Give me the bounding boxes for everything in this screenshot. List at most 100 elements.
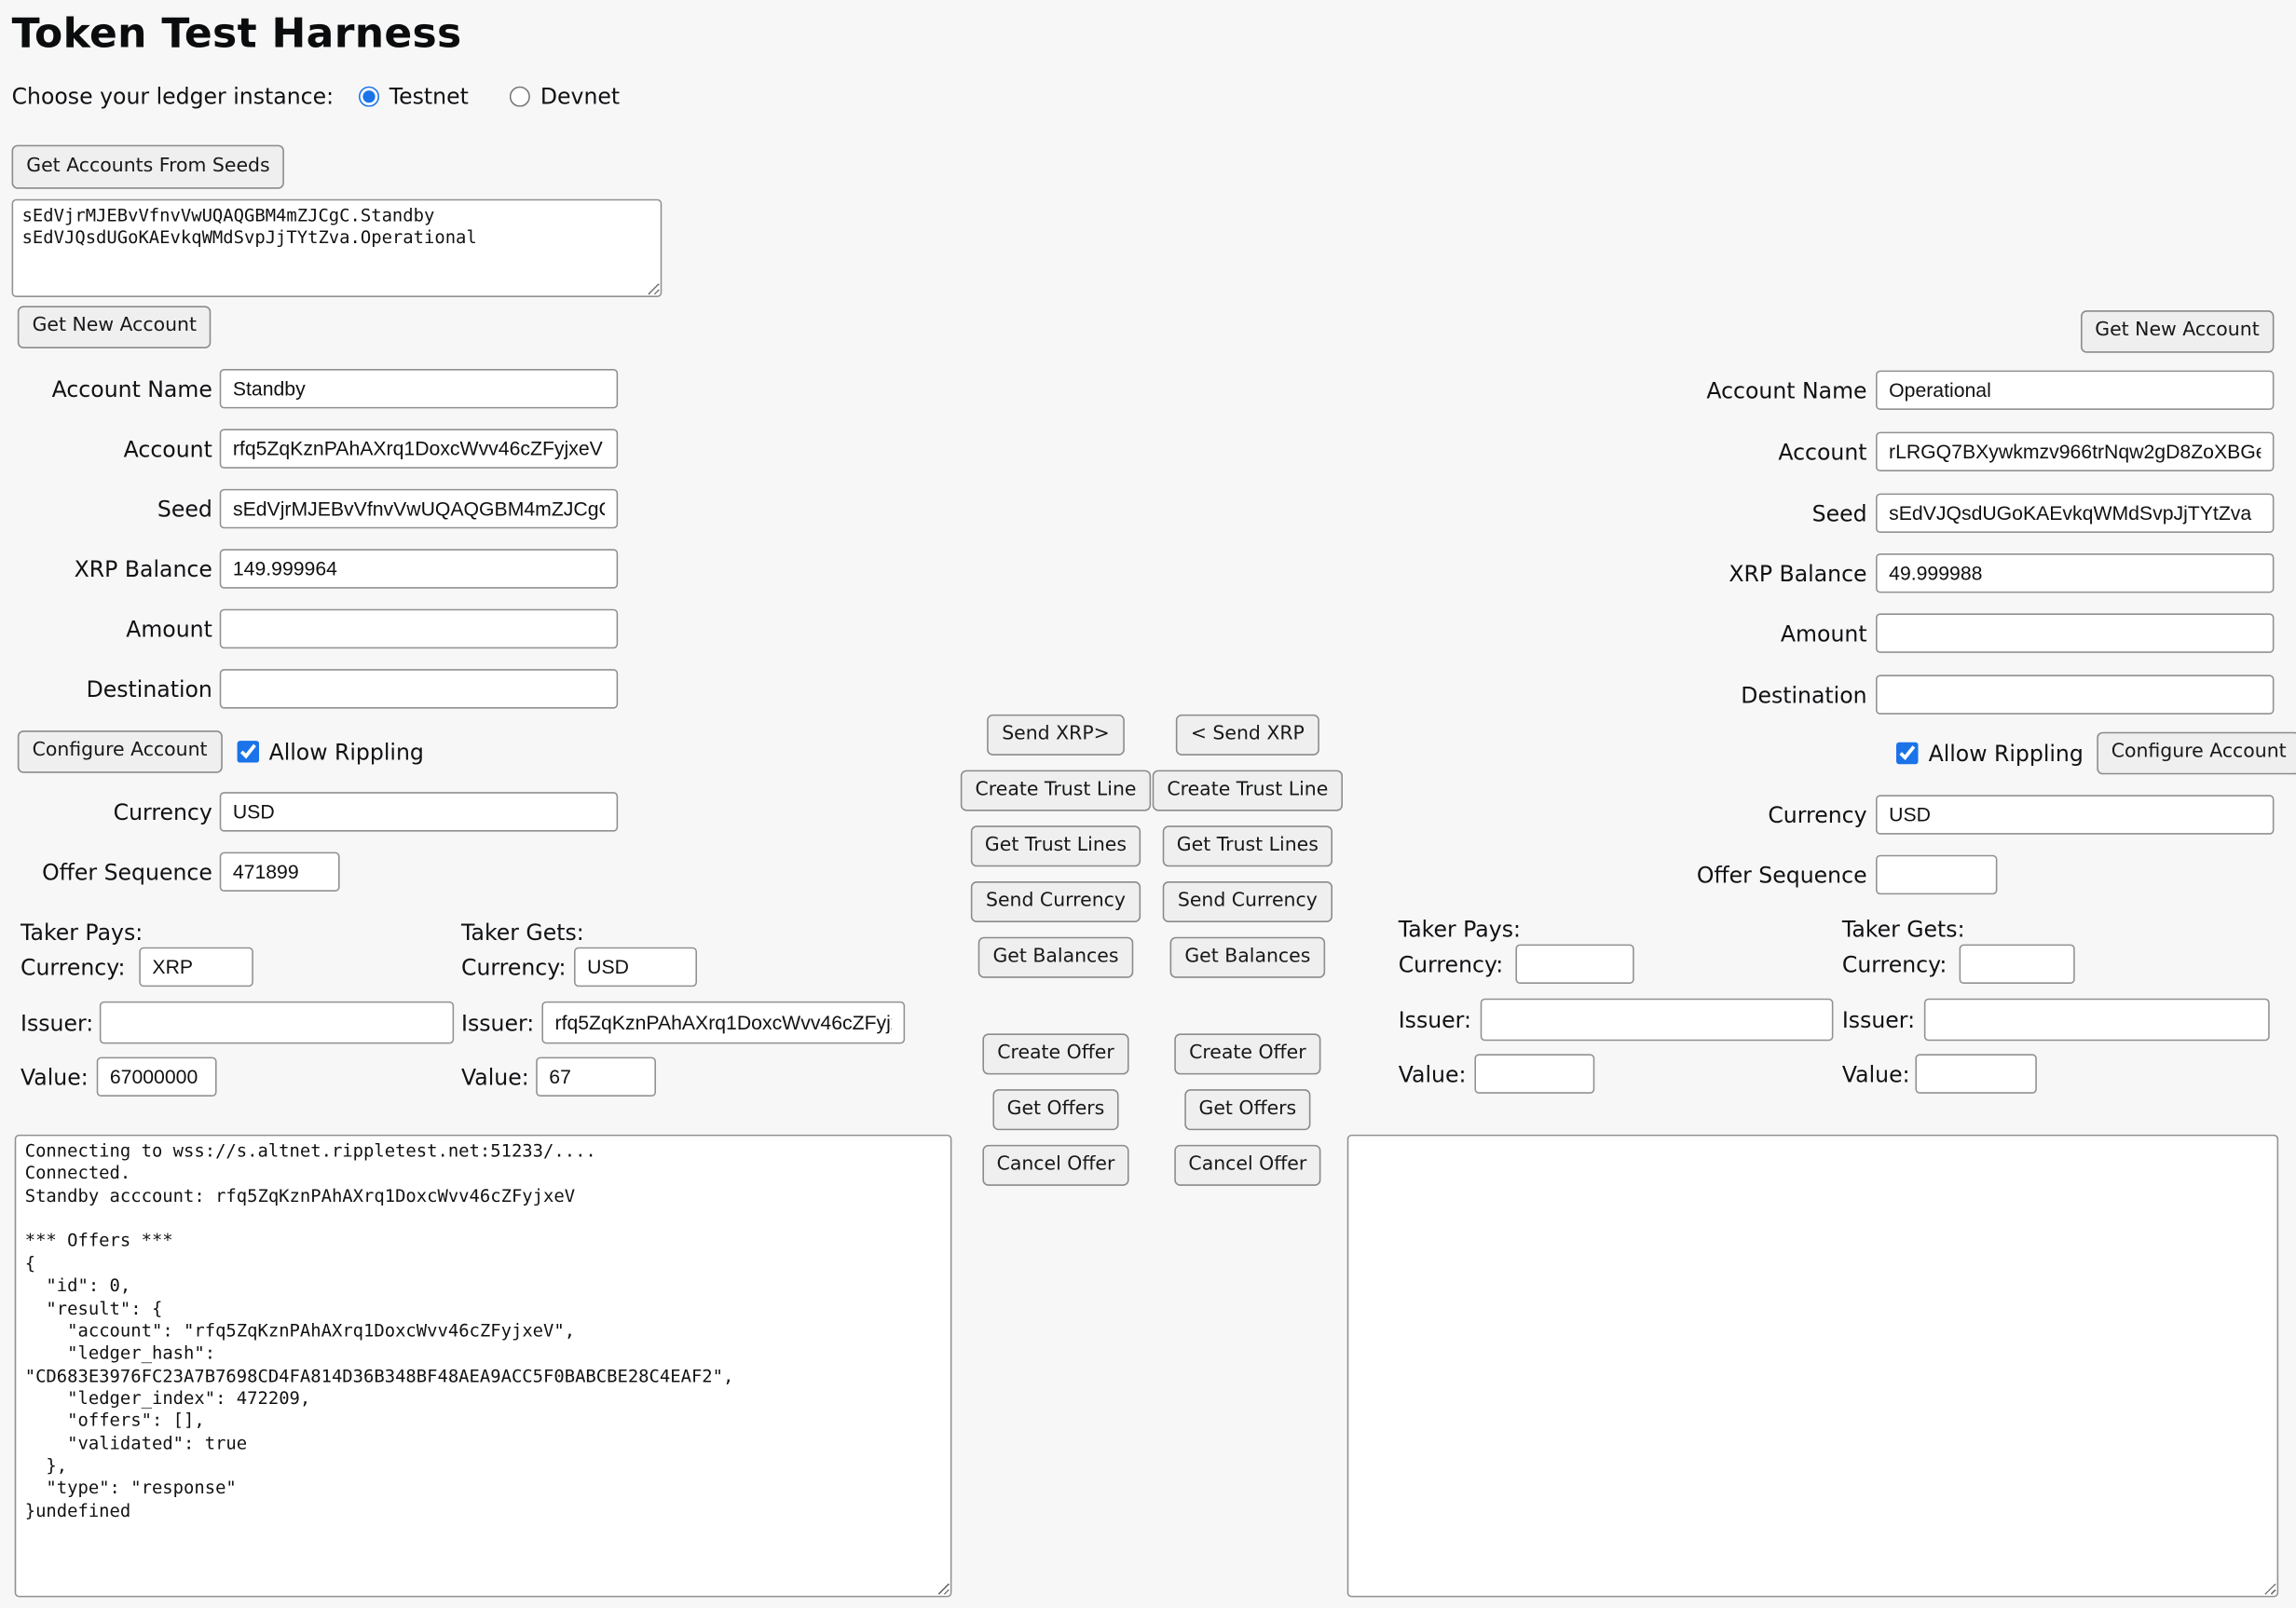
standby-configure-row: Configure Account Allow Rippling [18,730,424,773]
operational-taker-pays-issuer-field[interactable] [1481,999,1834,1042]
operational-create-trust-line-button[interactable]: Create Trust Line [1153,770,1343,811]
operational-create-offer-button[interactable]: Create Offer [1174,1033,1320,1074]
operational-taker-gets-currency-label: Currency: [1842,951,1947,977]
standby-get-balances-button[interactable]: Get Balances [978,937,1133,978]
operational-account-field[interactable] [1876,432,2274,471]
standby-amount-field[interactable] [220,609,618,648]
standby-account-label: Account [0,436,212,462]
operational-taker-pays-issuer-label: Issuer: [1399,1007,1471,1033]
operational-taker-gets-issuer-label: Issuer: [1842,1007,1915,1033]
operational-account-name-field[interactable] [1876,371,2274,410]
operational-allow-rippling-label: Allow Rippling [1929,740,2084,766]
devnet-radio-label: Devnet [540,84,620,110]
operational-destination-field[interactable] [1876,675,2274,714]
standby-seed-field[interactable] [220,489,618,528]
standby-taker-gets-currency-field[interactable] [574,947,697,987]
standby-get-offers-button[interactable]: Get Offers [992,1089,1119,1130]
standby-currency-field[interactable] [220,792,618,831]
standby-taker-pays-value-label: Value: [20,1064,89,1090]
standby-taker-gets-issuer-field[interactable] [541,1002,905,1044]
standby-send-xrp-button[interactable]: Send XRP> [987,715,1124,756]
ledger-chooser: Choose your ledger instance: Testnet Dev… [12,82,621,111]
operational-actions-column: < Send XRP Create Trust Line Get Trust L… [1153,715,1343,1186]
operational-taker-gets-value-field[interactable] [1915,1054,2036,1093]
devnet-radio[interactable] [510,87,530,107]
standby-taker-pays-title: Taker Pays: [20,920,143,946]
operational-results-textarea[interactable] [1347,1135,2278,1598]
operational-allow-rippling-checkbox[interactable] [1896,743,1919,765]
operational-seed-label: Seed [1611,500,1867,526]
standby-allow-rippling-label: Allow Rippling [269,739,424,765]
operational-get-balances-button[interactable]: Get Balances [1170,937,1325,978]
testnet-radio[interactable] [359,87,379,107]
operational-amount-field[interactable] [1876,613,2274,652]
standby-send-currency-button[interactable]: Send Currency [971,881,1140,922]
ledger-chooser-label: Choose your ledger instance: [12,84,334,110]
standby-seed-label: Seed [0,497,212,523]
standby-account-field[interactable] [220,429,618,468]
operational-account-label: Account [1611,439,1867,465]
operational-offer-sequence-field[interactable] [1876,855,1997,894]
standby-destination-field[interactable] [220,669,618,708]
testnet-radio-label: Testnet [390,84,469,110]
operational-taker-gets-currency-field[interactable] [1960,945,2075,984]
operational-taker-gets-value-label: Value: [1842,1061,1910,1087]
operational-xrp-balance-label: XRP Balance [1611,561,1867,587]
standby-account-name-field[interactable] [220,369,618,408]
operational-xrp-balance-field[interactable] [1876,553,2274,593]
operational-send-xrp-button[interactable]: < Send XRP [1176,715,1319,756]
operational-currency-label: Currency [1611,802,1867,828]
standby-cancel-offer-button[interactable]: Cancel Offer [982,1145,1129,1186]
standby-get-trust-lines-button[interactable]: Get Trust Lines [970,825,1141,866]
operational-destination-label: Destination [1611,682,1867,708]
operational-cancel-offer-button[interactable]: Cancel Offer [1174,1145,1321,1186]
operational-taker-gets-issuer-field[interactable] [1924,999,2270,1042]
standby-taker-pays-issuer-field[interactable] [100,1002,454,1044]
operational-taker-pays-value-field[interactable] [1474,1054,1594,1093]
standby-offer-sequence-label: Offer Sequence [0,859,212,885]
standby-xrp-balance-label: XRP Balance [0,556,212,582]
operational-taker-pays-value-label: Value: [1399,1061,1467,1087]
operational-configure-account-button[interactable]: Configure Account [2097,732,2296,775]
operational-get-offers-button[interactable]: Get Offers [1184,1089,1311,1130]
page-title: Token Test Harness [12,8,462,57]
standby-account-name-label: Account Name [0,376,212,402]
standby-taker-gets-title: Taker Gets: [461,920,584,946]
standby-create-trust-line-button[interactable]: Create Trust Line [961,770,1151,811]
standby-allow-rippling-checkbox[interactable] [237,741,259,763]
operational-offer-sequence-label: Offer Sequence [1611,863,1867,889]
standby-taker-pays-issuer-label: Issuer: [20,1010,93,1036]
standby-results-textarea[interactable]: Connecting to wss://s.altnet.rippletest.… [15,1135,952,1598]
operational-amount-label: Amount [1611,620,1867,647]
operational-send-currency-button[interactable]: Send Currency [1163,881,1332,922]
standby-currency-label: Currency [0,799,212,825]
standby-amount-label: Amount [0,617,212,643]
operational-taker-gets-title: Taker Gets: [1842,917,1965,943]
standby-create-offer-button[interactable]: Create Offer [983,1033,1129,1074]
standby-get-new-account-button[interactable]: Get New Account [18,306,212,348]
standby-taker-pays-currency-label: Currency: [20,955,125,981]
standby-offer-sequence-field[interactable] [220,852,340,892]
operational-taker-pays-currency-label: Currency: [1399,951,1503,977]
operational-taker-pays-title: Taker Pays: [1399,917,1521,943]
operational-currency-field[interactable] [1876,795,2274,834]
standby-xrp-balance-field[interactable] [220,549,618,588]
standby-taker-gets-value-field[interactable] [536,1057,656,1097]
standby-taker-pays-currency-field[interactable] [139,947,253,987]
standby-taker-gets-currency-label: Currency: [461,955,566,981]
standby-taker-pays-value-field[interactable] [97,1057,217,1097]
standby-configure-account-button[interactable]: Configure Account [18,730,222,773]
standby-taker-gets-value-label: Value: [461,1064,529,1090]
standby-taker-gets-issuer-label: Issuer: [461,1010,534,1036]
operational-account-name-label: Account Name [1611,377,1867,403]
operational-get-trust-lines-button[interactable]: Get Trust Lines [1162,825,1333,866]
operational-seed-field[interactable] [1876,494,2274,533]
operational-configure-row: Allow Rippling Configure Account [1896,732,2296,775]
standby-destination-label: Destination [0,676,212,702]
operational-get-new-account-button[interactable]: Get New Account [2081,310,2275,353]
operational-taker-pays-currency-field[interactable] [1515,945,1633,984]
seeds-textarea[interactable]: sEdVjrMJEBvVfnvVwUQAQGBM4mZJCgC.Standby … [12,199,663,297]
token-test-harness-page: Token Test Harness Choose your ledger in… [0,0,2296,1607]
get-accounts-from-seeds-button[interactable]: Get Accounts From Seeds [12,145,285,189]
standby-actions-column: Send XRP> Create Trust Line Get Trust Li… [961,715,1151,1186]
